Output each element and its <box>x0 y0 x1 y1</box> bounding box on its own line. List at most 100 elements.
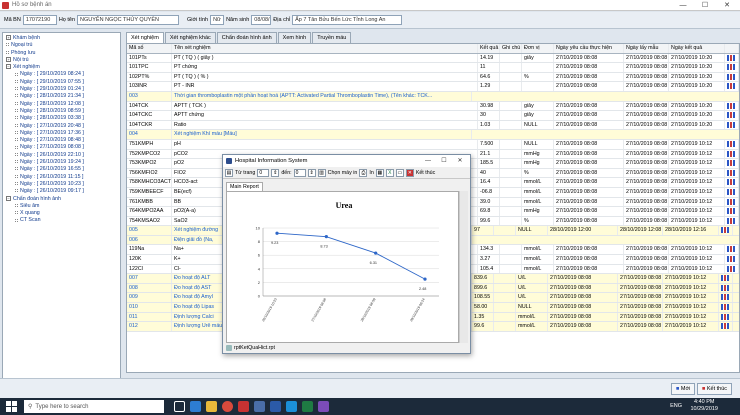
language-indicator[interactable]: ENG <box>670 403 682 409</box>
chart-history-icon[interactable] <box>727 73 735 80</box>
column-header[interactable]: Ghi chú <box>500 44 522 53</box>
main-report-tab[interactable]: Main Report <box>226 182 263 191</box>
chart-history-icon[interactable] <box>727 102 735 109</box>
tree-node[interactable]: CT Scan <box>3 217 120 224</box>
exit-button[interactable]: ■ Kết thúc <box>697 383 733 395</box>
ho-ten-field[interactable]: NGUYỄN NGỌC THÚY QUYÊN <box>77 15 180 25</box>
task-view-icon[interactable] <box>174 401 185 412</box>
clock[interactable]: 4:40 PM 10/29/2019 <box>690 399 718 413</box>
chart-history-icon[interactable] <box>727 121 735 128</box>
app-hospital-icon[interactable] <box>254 401 265 412</box>
dialog-exit-label[interactable]: Kết thúc <box>416 170 435 176</box>
tree-node[interactable]: Ngày : [ 26/10/2019 22:10 ] <box>3 152 120 159</box>
windows-start-icon[interactable] <box>6 401 17 412</box>
table-row[interactable]: 101PTs PT ( TQ ) ( giây ) 14.19 giây 27/10/2… <box>127 53 739 64</box>
gioi-tinh-field[interactable]: Nữ <box>210 15 225 25</box>
tree-node[interactable]: Ngày : [ 27/10/2019 20:48 ] <box>3 123 120 130</box>
dialog-close-button[interactable]: ✕ <box>452 155 468 167</box>
chart-history-icon[interactable] <box>727 256 735 263</box>
tree-node[interactable]: Ngày : [ 28/10/2019 21:34 ] <box>3 93 120 100</box>
column-header[interactable]: Tên xét nghiệm <box>172 44 478 53</box>
chart-history-icon[interactable] <box>727 179 735 186</box>
excel-export-icon[interactable]: X <box>385 168 394 177</box>
chart-history-icon[interactable] <box>727 169 735 176</box>
tree-node[interactable]: Ngày : [ 29/10/2019 08:24 ] <box>3 71 120 78</box>
column-header[interactable]: Ngày kết quả <box>669 44 725 53</box>
group-row[interactable]: 003 Thời gian thromboplastin một phần hoạ… <box>127 91 739 102</box>
tree-node[interactable]: Ngày : [ 29/10/2019 07:55 ] <box>3 79 120 86</box>
chart-history-icon[interactable] <box>727 188 735 195</box>
from-page-input[interactable]: 0 <box>257 168 270 177</box>
word-icon[interactable] <box>270 401 281 412</box>
tab-item[interactable]: Xét nghiệm <box>126 32 164 43</box>
tree-node[interactable]: Ngày : [ 26/10/2019 10:23 ] <box>3 181 120 188</box>
tree-node[interactable]: − Xét nghiệm <box>3 64 120 71</box>
nam-sinh-field[interactable]: 08/08/ <box>251 15 272 25</box>
tree-node[interactable]: Ngày : [ 26/10/2019 19:24 ] <box>3 159 120 166</box>
chrome-icon[interactable] <box>222 401 233 412</box>
chart-history-icon[interactable] <box>727 217 735 224</box>
chart-history-icon[interactable] <box>727 265 735 272</box>
export-icon[interactable]: ▦ <box>375 168 384 177</box>
to-page-spinner[interactable]: ⇕ <box>307 168 316 177</box>
taskbar-search[interactable]: ⚲ Type here to search <box>24 400 164 413</box>
table-row[interactable]: 104TCKC APTT chứng 30 giây 27/10/2019 08:08 2… <box>127 111 739 121</box>
chart-history-icon[interactable] <box>727 246 735 253</box>
chart-history-icon[interactable] <box>727 160 735 167</box>
column-header[interactable]: Kết quả <box>478 44 500 53</box>
tab-item[interactable]: Truyền máu <box>312 32 352 43</box>
tree-node[interactable]: Siêu âm <box>3 203 120 210</box>
tree-node[interactable]: Ngày : [ 29/10/2019 01:24 ] <box>3 86 120 93</box>
maximize-button[interactable]: ☐ <box>694 0 716 11</box>
excel-icon[interactable] <box>302 401 313 412</box>
to-page-input[interactable]: 0 <box>293 168 306 177</box>
file-explorer-icon[interactable] <box>206 401 217 412</box>
table-row[interactable]: 104TCK APTT ( TCK ) 30.98 giây 27/10/2019 08… <box>127 101 739 112</box>
tree-node[interactable]: Ngày : [ 27/10/2019 08:48 ] <box>3 137 120 144</box>
app-red-icon[interactable] <box>238 401 249 412</box>
tree-node[interactable]: + Khám bệnh <box>3 35 120 42</box>
app-blue-icon[interactable] <box>286 401 297 412</box>
tab-item[interactable]: Chẩn đoán hình ảnh <box>216 32 277 43</box>
tab-item[interactable]: Xét nghiệm khác <box>164 32 216 43</box>
expand-toggle-icon[interactable]: + <box>6 35 11 41</box>
tree-node[interactable]: Ngày : [ 26/10/2019 09:17 ] <box>3 188 120 195</box>
zoom-icon[interactable]: ▭ <box>395 168 404 177</box>
printer-select-icon[interactable]: ▥ <box>317 168 326 177</box>
expand-toggle-icon[interactable]: − <box>6 195 11 201</box>
chart-history-icon[interactable] <box>721 294 729 301</box>
chart-history-icon[interactable] <box>727 140 735 147</box>
chart-history-icon[interactable] <box>727 208 735 215</box>
chart-history-icon[interactable] <box>721 313 729 320</box>
chart-history-icon[interactable] <box>727 54 735 61</box>
select-printer-label[interactable]: Chọn máy in <box>328 170 358 176</box>
column-header[interactable]: Đơn vị <box>522 44 554 53</box>
dialog-maximize-button[interactable]: ☐ <box>436 155 452 167</box>
new-button[interactable]: ■ Mới <box>671 383 696 395</box>
document-icon[interactable]: ▤ <box>225 168 233 177</box>
app-purple-icon[interactable] <box>318 401 329 412</box>
print-icon[interactable]: ⎙ <box>359 168 368 177</box>
column-header[interactable]: Ngày yêu cầu thực hiện <box>554 44 624 53</box>
group-row[interactable]: 004 Xét nghiệm Khí máu [Máu] <box>127 130 739 140</box>
from-page-spinner[interactable]: ⇕ <box>271 168 280 177</box>
tree-node[interactable]: Ngày : [ 28/10/2019 08:59 ] <box>3 108 120 115</box>
report-scrollbar[interactable] <box>459 191 468 343</box>
tree-node[interactable]: Ngày : [ 28/10/2019 03:38 ] <box>3 115 120 122</box>
tree-node[interactable]: + Nội trú <box>3 57 120 64</box>
expand-toggle-icon[interactable]: + <box>6 56 11 62</box>
chart-history-icon[interactable] <box>727 112 735 119</box>
exit-icon[interactable]: ✕ <box>405 168 414 177</box>
tree-node[interactable]: X quang <box>3 210 120 217</box>
chart-history-icon[interactable] <box>721 275 729 282</box>
tree-node[interactable]: Ngày : [ 27/10/2019 08:08 ] <box>3 144 120 151</box>
table-row[interactable]: 104TCKR Ratio 1.03 NULL 27/10/2019 08:08 27/1… <box>127 120 739 131</box>
dia-chi-field[interactable]: Ấp 7 Tân Bửu Bến Lức Tỉnh Long An <box>292 15 403 25</box>
table-row[interactable]: 103INR PT - INR 1.29 27/10/2019 08:08 27/10/… <box>127 82 739 92</box>
chart-history-icon[interactable] <box>727 83 735 90</box>
chart-history-icon[interactable] <box>721 304 729 311</box>
tree-node[interactable]: Ngày : [ 28/10/2019 12:08 ] <box>3 101 120 108</box>
chart-history-icon[interactable] <box>727 64 735 71</box>
tree-node[interactable]: Ngày : [ 26/10/2019 11:15 ] <box>3 174 120 181</box>
close-button[interactable]: ✕ <box>716 0 738 11</box>
